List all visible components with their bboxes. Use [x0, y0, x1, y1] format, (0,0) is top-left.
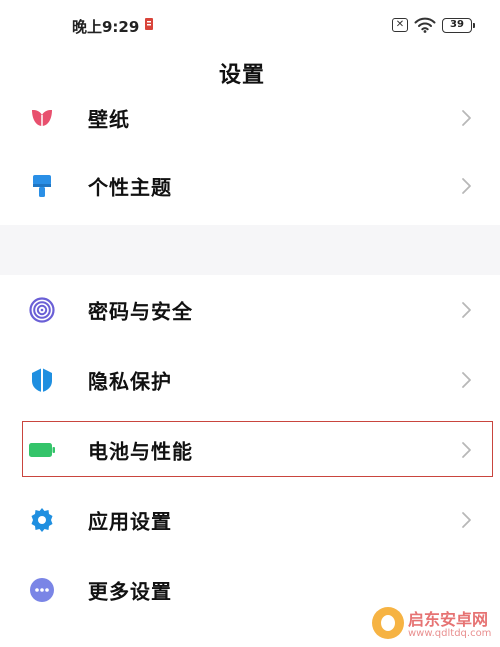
group-divider [0, 225, 500, 275]
settings-item-app-settings[interactable]: 应用设置 [0, 490, 500, 550]
wallpaper-icon [28, 104, 56, 132]
settings-item-privacy[interactable]: 隐私保护 [0, 350, 500, 410]
watermark-url: www.qdltdq.com [408, 628, 492, 639]
settings-item-password-security[interactable]: 密码与安全 [0, 280, 500, 340]
chevron-right-icon [462, 178, 471, 194]
battery-status-icon: 39 [442, 17, 475, 33]
notification-icon [145, 18, 153, 30]
watermark-text: 启东安卓网 [408, 610, 489, 629]
chevron-right-icon [462, 372, 471, 388]
settings-item-label: 个性主题 [88, 175, 172, 200]
more-icon [28, 576, 56, 604]
chevron-right-icon [462, 110, 471, 126]
status-time: 晚上9:29 [72, 18, 140, 36]
theme-brush-icon [28, 172, 56, 200]
settings-item-label: 密码与安全 [88, 299, 193, 324]
settings-item-label: 应用设置 [88, 509, 172, 534]
settings-item-label: 更多设置 [88, 579, 172, 604]
settings-item-theme[interactable]: 个性主题 [0, 156, 500, 216]
fingerprint-icon [28, 296, 56, 324]
chevron-right-icon [462, 302, 471, 318]
settings-item-label: 隐私保护 [88, 369, 172, 394]
privacy-shield-icon [28, 366, 56, 394]
page-title: 设置 [218, 63, 265, 88]
watermark-logo-icon [372, 607, 404, 639]
watermark: 启东安卓网 www.qdltdq.com [372, 605, 497, 645]
status-indicators: ✕ 39 [392, 14, 475, 36]
no-sim-icon: ✕ [392, 18, 408, 32]
chevron-right-icon [462, 512, 471, 528]
gear-icon [28, 506, 56, 534]
settings-item-label: 壁纸 [88, 107, 130, 132]
status-bar: 晚上9:29 ✕ 39 [0, 0, 500, 50]
settings-item-wallpaper[interactable]: 壁纸 [0, 88, 500, 148]
highlight-box [22, 421, 493, 477]
wifi-icon [414, 17, 436, 33]
